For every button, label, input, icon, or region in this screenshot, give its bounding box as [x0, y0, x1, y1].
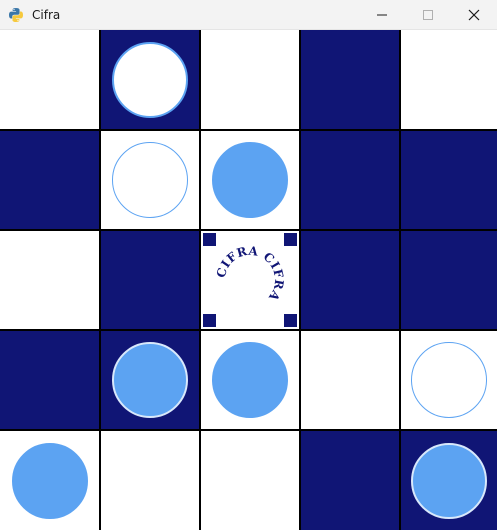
logo-text: CIFRA CIFRA	[214, 244, 286, 304]
empty-piece[interactable]	[112, 41, 188, 118]
board-cell[interactable]	[201, 331, 299, 429]
close-icon	[468, 9, 480, 21]
board-cell[interactable]	[0, 431, 99, 530]
board-cell[interactable]	[401, 131, 497, 229]
board-cell[interactable]	[101, 431, 199, 530]
close-button[interactable]	[451, 0, 497, 30]
board-cell[interactable]	[201, 131, 299, 229]
corner-marker	[284, 314, 297, 327]
python-icon	[8, 7, 24, 23]
board-cell[interactable]	[301, 231, 399, 329]
corner-marker	[203, 233, 216, 246]
minimize-button[interactable]	[359, 0, 405, 30]
board-cell[interactable]	[301, 30, 399, 129]
corner-marker	[284, 233, 297, 246]
board-cell[interactable]	[0, 30, 99, 129]
minimize-icon	[377, 14, 387, 16]
maximize-button[interactable]	[405, 0, 451, 30]
filled-piece[interactable]	[112, 342, 188, 418]
board-cell[interactable]	[201, 30, 299, 129]
board-cell[interactable]	[0, 131, 99, 229]
empty-piece[interactable]	[112, 142, 188, 218]
cifra-logo: CIFRA CIFRA	[203, 233, 297, 327]
board-cell-center[interactable]: CIFRA CIFRA	[201, 231, 299, 329]
board-cell[interactable]	[101, 331, 199, 429]
corner-marker	[203, 314, 216, 327]
board-cell[interactable]	[401, 331, 497, 429]
board-cell[interactable]	[0, 231, 99, 329]
board-cell[interactable]	[301, 331, 399, 429]
board-cell[interactable]	[301, 431, 399, 530]
filled-piece[interactable]	[411, 442, 487, 519]
filled-piece[interactable]	[212, 342, 288, 418]
board-cell[interactable]	[101, 131, 199, 229]
board-cell[interactable]	[401, 231, 497, 329]
title-bar: Cifra	[0, 0, 497, 30]
board-cell[interactable]	[301, 131, 399, 229]
board-cell[interactable]	[101, 30, 199, 129]
board-cell[interactable]	[401, 431, 497, 530]
maximize-icon	[423, 10, 433, 20]
board-cell[interactable]	[201, 431, 299, 530]
board-cell[interactable]	[101, 231, 199, 329]
board-cell[interactable]	[0, 331, 99, 429]
board-cell[interactable]	[401, 30, 497, 129]
filled-piece[interactable]	[11, 442, 88, 519]
empty-piece[interactable]	[411, 342, 487, 418]
game-board: CIFRA CIFRA	[0, 30, 497, 530]
window-title: Cifra	[32, 7, 61, 22]
filled-piece[interactable]	[212, 142, 288, 218]
